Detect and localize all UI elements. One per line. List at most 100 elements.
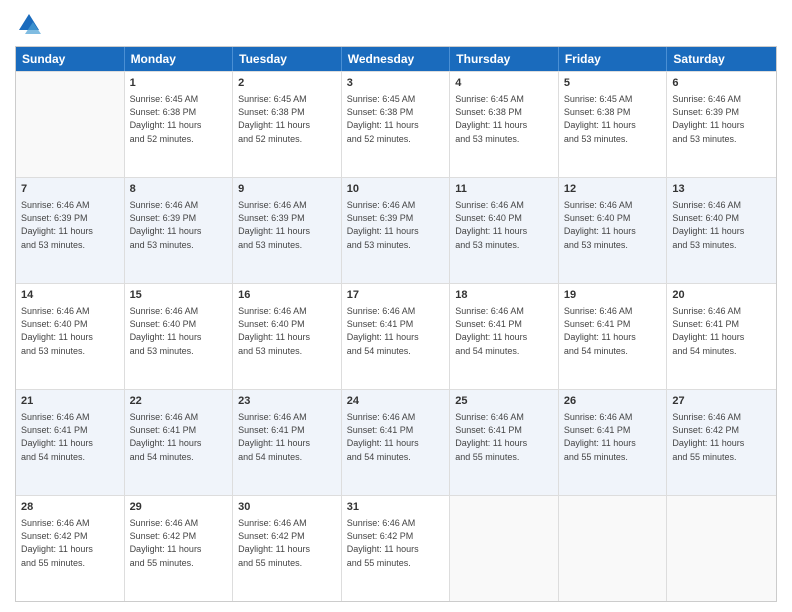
day-info: Sunrise: 6:46 AMSunset: 6:42 PMDaylight:… (347, 517, 445, 569)
day-number: 1 (130, 76, 228, 91)
day-number: 8 (130, 182, 228, 197)
day-info: Sunrise: 6:46 AMSunset: 6:39 PMDaylight:… (347, 199, 445, 251)
day-info: Sunrise: 6:46 AMSunset: 6:39 PMDaylight:… (672, 93, 771, 145)
day-info: Sunrise: 6:46 AMSunset: 6:41 PMDaylight:… (130, 411, 228, 463)
day-cell-25: 25 Sunrise: 6:46 AMSunset: 6:41 PMDayligh… (450, 390, 559, 495)
day-info: Sunrise: 6:46 AMSunset: 6:42 PMDaylight:… (21, 517, 119, 569)
logo-icon (15, 10, 43, 38)
day-cell-11: 11 Sunrise: 6:46 AMSunset: 6:40 PMDayligh… (450, 178, 559, 283)
logo (15, 10, 47, 38)
day-cell-29: 29Sunrise: 6:46 AMSunset: 6:42 PMDayligh… (125, 496, 234, 601)
day-info: Sunrise: 6:46 AMSunset: 6:42 PMDaylight:… (672, 411, 771, 463)
day-info: Sunrise: 6:46 AMSunset: 6:41 PMDaylight:… (347, 305, 445, 357)
day-info: Sunrise: 6:46 AMSunset: 6:41 PMDaylight:… (347, 411, 445, 463)
day-number: 19 (564, 288, 662, 303)
empty-cell (559, 496, 668, 601)
calendar-row: 7 Sunrise: 6:46 AMSunset: 6:39 PMDaylight… (16, 177, 776, 283)
calendar-row: 21 Sunrise: 6:46 AMSunset: 6:41 PMDayligh… (16, 389, 776, 495)
day-cell-18: 18 Sunrise: 6:46 AMSunset: 6:41 PMDayligh… (450, 284, 559, 389)
day-cell-12: 12 Sunrise: 6:46 AMSunset: 6:40 PMDayligh… (559, 178, 668, 283)
day-info: Sunrise: 6:46 AMSunset: 6:42 PMDaylight:… (238, 517, 336, 569)
day-number: 27 (672, 394, 771, 409)
day-number: 5 (564, 76, 662, 91)
day-number: 25 (455, 394, 553, 409)
day-number: 3 (347, 76, 445, 91)
day-info: Sunrise: 6:46 AMSunset: 6:40 PMDaylight:… (455, 199, 553, 251)
day-info: Sunrise: 6:46 AMSunset: 6:40 PMDaylight:… (238, 305, 336, 357)
day-number: 31 (347, 500, 445, 515)
day-cell-4: 4Sunrise: 6:45 AMSunset: 6:38 PMDaylight… (450, 72, 559, 177)
day-number: 22 (130, 394, 228, 409)
day-number: 11 (455, 182, 553, 197)
header (15, 10, 777, 38)
day-cell-16: 16 Sunrise: 6:46 AMSunset: 6:40 PMDayligh… (233, 284, 342, 389)
day-cell-30: 30 Sunrise: 6:46 AMSunset: 6:42 PMDayligh… (233, 496, 342, 601)
day-info: Sunrise: 6:46 AMSunset: 6:40 PMDaylight:… (130, 305, 228, 357)
day-number: 10 (347, 182, 445, 197)
day-info: Sunrise: 6:46 AMSunset: 6:41 PMDaylight:… (238, 411, 336, 463)
header-day-thursday: Thursday (450, 47, 559, 71)
day-cell-10: 10 Sunrise: 6:46 AMSunset: 6:39 PMDayligh… (342, 178, 451, 283)
day-info: Sunrise: 6:46 AMSunset: 6:41 PMDaylight:… (455, 305, 553, 357)
empty-cell (16, 72, 125, 177)
day-cell-24: 24Sunrise: 6:46 AMSunset: 6:41 PMDayligh… (342, 390, 451, 495)
empty-cell (667, 496, 776, 601)
day-number: 16 (238, 288, 336, 303)
day-info: Sunrise: 6:46 AMSunset: 6:41 PMDaylight:… (672, 305, 771, 357)
day-cell-9: 9 Sunrise: 6:46 AMSunset: 6:39 PMDaylight… (233, 178, 342, 283)
day-cell-27: 27 Sunrise: 6:46 AMSunset: 6:42 PMDayligh… (667, 390, 776, 495)
day-info: Sunrise: 6:46 AMSunset: 6:39 PMDaylight:… (238, 199, 336, 251)
calendar-header: SundayMondayTuesdayWednesdayThursdayFrid… (16, 47, 776, 71)
day-cell-13: 13 Sunrise: 6:46 AMSunset: 6:40 PMDayligh… (667, 178, 776, 283)
day-number: 13 (672, 182, 771, 197)
day-info: Sunrise: 6:45 AMSunset: 6:38 PMDaylight:… (130, 93, 228, 145)
day-cell-26: 26 Sunrise: 6:46 AMSunset: 6:41 PMDayligh… (559, 390, 668, 495)
day-number: 21 (21, 394, 119, 409)
empty-cell (450, 496, 559, 601)
day-cell-6: 6 Sunrise: 6:46 AMSunset: 6:39 PMDaylight… (667, 72, 776, 177)
day-cell-19: 19 Sunrise: 6:46 AMSunset: 6:41 PMDayligh… (559, 284, 668, 389)
day-number: 2 (238, 76, 336, 91)
header-day-saturday: Saturday (667, 47, 776, 71)
day-cell-7: 7Sunrise: 6:46 AMSunset: 6:39 PMDaylight… (16, 178, 125, 283)
day-info: Sunrise: 6:46 AMSunset: 6:41 PMDaylight:… (564, 411, 662, 463)
day-cell-1: 1 Sunrise: 6:45 AMSunset: 6:38 PMDaylight… (125, 72, 234, 177)
day-cell-5: 5 Sunrise: 6:45 AMSunset: 6:38 PMDaylight… (559, 72, 668, 177)
day-number: 17 (347, 288, 445, 303)
day-info: Sunrise: 6:45 AMSunset: 6:38 PMDaylight:… (564, 93, 662, 145)
day-number: 26 (564, 394, 662, 409)
day-number: 12 (564, 182, 662, 197)
day-cell-8: 8 Sunrise: 6:46 AMSunset: 6:39 PMDaylight… (125, 178, 234, 283)
calendar-row: 28 Sunrise: 6:46 AMSunset: 6:42 PMDayligh… (16, 495, 776, 601)
calendar-body: 1 Sunrise: 6:45 AMSunset: 6:38 PMDaylight… (16, 71, 776, 601)
header-day-sunday: Sunday (16, 47, 125, 71)
day-info: Sunrise: 6:46 AMSunset: 6:40 PMDaylight:… (564, 199, 662, 251)
day-info: Sunrise: 6:46 AMSunset: 6:40 PMDaylight:… (672, 199, 771, 251)
day-number: 29 (130, 500, 228, 515)
day-cell-2: 2 Sunrise: 6:45 AMSunset: 6:38 PMDaylight… (233, 72, 342, 177)
header-day-friday: Friday (559, 47, 668, 71)
calendar-row: 1 Sunrise: 6:45 AMSunset: 6:38 PMDaylight… (16, 71, 776, 177)
day-cell-14: 14Sunrise: 6:46 AMSunset: 6:40 PMDayligh… (16, 284, 125, 389)
day-number: 30 (238, 500, 336, 515)
day-info: Sunrise: 6:46 AMSunset: 6:41 PMDaylight:… (455, 411, 553, 463)
day-info: Sunrise: 6:46 AMSunset: 6:41 PMDaylight:… (564, 305, 662, 357)
calendar: SundayMondayTuesdayWednesdayThursdayFrid… (15, 46, 777, 602)
day-cell-28: 28 Sunrise: 6:46 AMSunset: 6:42 PMDayligh… (16, 496, 125, 601)
day-cell-22: 22 Sunrise: 6:46 AMSunset: 6:41 PMDayligh… (125, 390, 234, 495)
calendar-row: 14 Sunrise: 6:46 AMSunset: 6:40 PMDayligh… (16, 283, 776, 389)
day-number: 6 (672, 76, 771, 91)
day-info: Sunrise: 6:45 AMSunset: 6:38 PMDaylight:… (238, 93, 336, 145)
day-number: 7 (21, 182, 119, 197)
day-info: Sunrise: 6:45 AMSunset: 6:38 PMDaylight:… (347, 93, 445, 145)
day-number: 15 (130, 288, 228, 303)
day-cell-17: 17 Sunrise: 6:46 AMSunset: 6:41 PMDayligh… (342, 284, 451, 389)
day-info: Sunrise: 6:46 AMSunset: 6:41 PMDaylight:… (21, 411, 119, 463)
day-info: Sunrise: 6:46 AMSunset: 6:39 PMDaylight:… (130, 199, 228, 251)
day-number: 9 (238, 182, 336, 197)
day-number: 14 (21, 288, 119, 303)
day-cell-15: 15 Sunrise: 6:46 AMSunset: 6:40 PMDayligh… (125, 284, 234, 389)
day-number: 28 (21, 500, 119, 515)
page: SundayMondayTuesdayWednesdayThursdayFrid… (0, 0, 792, 612)
day-number: 18 (455, 288, 553, 303)
